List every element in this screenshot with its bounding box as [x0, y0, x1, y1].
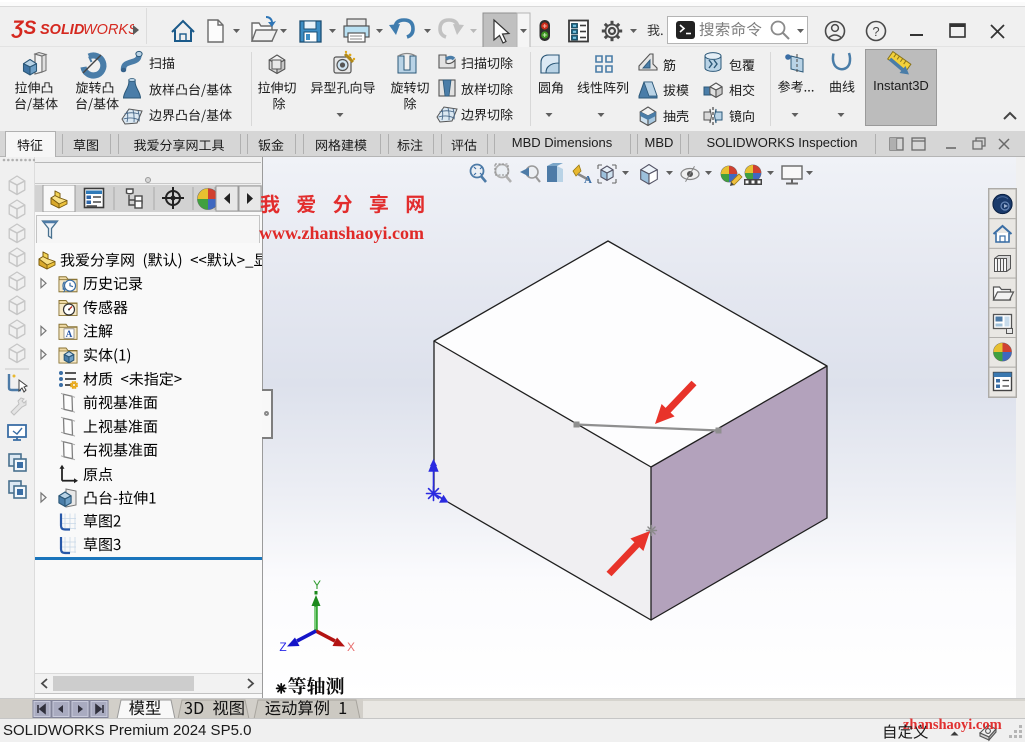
svg-text:Y: Y	[313, 578, 321, 592]
svg-text:WORKS: WORKS	[83, 22, 134, 38]
svg-text:X: X	[347, 640, 355, 654]
svg-text:SOLID: SOLID	[40, 22, 85, 38]
svg-text:ƷS: ƷS	[11, 18, 37, 39]
svg-text:A: A	[584, 174, 592, 186]
svg-text:?: ?	[872, 24, 879, 39]
svg-text:Z: Z	[279, 640, 286, 654]
